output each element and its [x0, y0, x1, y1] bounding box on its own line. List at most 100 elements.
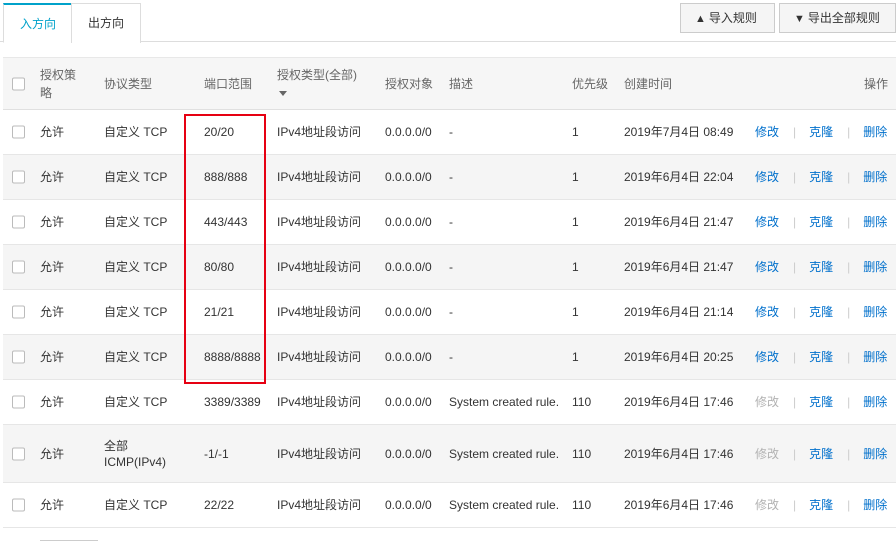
download-icon: ▼ — [794, 13, 805, 25]
table-row: 允许 自定义 TCP 22/22 IPv4地址段访问 0.0.0.0/0 System c… — [3, 483, 896, 528]
op-separator: | — [847, 446, 851, 461]
clone-link[interactable]: 克隆 — [809, 259, 833, 275]
edit-link: 修改 — [755, 446, 780, 461]
table-row: 允许 自定义 TCP 21/21 IPv4地址段访问 0.0.0.0/0 - 1 2019年6… — [3, 290, 896, 335]
delete-link[interactable]: 删除 — [863, 394, 887, 410]
cell-port-range: 21/21 — [204, 305, 235, 319]
cell-protocol: 自定义 TCP — [104, 125, 168, 139]
cell-description: - — [449, 170, 453, 184]
clone-link[interactable]: 克隆 — [809, 124, 833, 140]
delete-link[interactable]: 删除 — [863, 497, 887, 513]
op-separator: | — [793, 215, 797, 229]
header-auth-type[interactable]: 授权类型(全部) — [277, 66, 367, 102]
cell-auth-object: 0.0.0.0/0 — [385, 446, 432, 461]
row-checkbox[interactable] — [12, 395, 25, 409]
cell-created-time: 2019年6月4日 20:25 — [624, 350, 734, 364]
op-separator: | — [847, 350, 851, 364]
clone-link[interactable]: 克隆 — [809, 214, 833, 230]
op-separator: | — [793, 125, 797, 139]
header-object: 授权对象 — [385, 76, 434, 91]
op-separator: | — [847, 260, 851, 274]
cell-priority: 110 — [572, 395, 592, 409]
cell-operations: 修改 | 克隆 | 删除 — [755, 259, 887, 275]
cell-auth-type: IPv4地址段访问 — [277, 395, 362, 409]
cell-priority: 1 — [572, 170, 579, 184]
delete-link[interactable]: 删除 — [863, 169, 887, 185]
clone-link[interactable]: 克隆 — [809, 349, 833, 365]
delete-link[interactable]: 删除 — [863, 446, 887, 462]
cell-auth-type: IPv4地址段访问 — [277, 498, 362, 512]
select-all-checkbox[interactable] — [12, 77, 25, 90]
cell-priority: 1 — [572, 215, 579, 229]
row-checkbox[interactable] — [12, 170, 25, 184]
row-checkbox[interactable] — [12, 125, 25, 139]
rules-table: 授权策略 协议类型 端口范围 授权类型(全部) 授权对象 描述 优先级 创建时间… — [3, 57, 896, 528]
cell-created-time: 2019年6月4日 21:47 — [624, 260, 734, 274]
row-checkbox[interactable] — [12, 447, 25, 460]
clone-link[interactable]: 克隆 — [809, 304, 833, 320]
cell-description: System created rule. — [449, 446, 560, 461]
cell-policy: 允许 — [40, 305, 65, 319]
cell-protocol: 自定义 TCP — [104, 498, 168, 512]
edit-link[interactable]: 修改 — [755, 169, 779, 185]
row-checkbox[interactable] — [12, 260, 25, 274]
tab-outbound[interactable]: 出方向 — [71, 3, 142, 43]
filter-arrow-icon[interactable] — [279, 90, 287, 96]
row-checkbox[interactable] — [12, 305, 25, 319]
edit-link: 修改 — [755, 395, 780, 409]
cell-protocol: 自定义 TCP — [104, 260, 168, 274]
cell-protocol: 自定义 TCP — [104, 395, 168, 409]
cell-operations: 修改 | 克隆 | 删除 — [755, 169, 887, 185]
cell-auth-type: IPv4地址段访问 — [277, 446, 362, 461]
cell-created-time: 2019年6月4日 21:47 — [624, 215, 734, 229]
cell-protocol: 自定义 TCP — [104, 305, 168, 319]
op-separator: | — [847, 170, 851, 184]
row-checkbox[interactable] — [12, 350, 25, 364]
import-rules-button[interactable]: ▲ 导入规则 — [680, 3, 775, 33]
cell-created-time: 2019年6月4日 17:46 — [624, 446, 734, 461]
cell-port-range: 3389/3389 — [204, 395, 261, 409]
clone-link[interactable]: 克隆 — [809, 497, 833, 513]
edit-link[interactable]: 修改 — [755, 124, 779, 140]
edit-link[interactable]: 修改 — [755, 304, 779, 320]
clone-link[interactable]: 克隆 — [809, 394, 833, 410]
header-description: 描述 — [449, 76, 474, 91]
edit-link[interactable]: 修改 — [755, 259, 779, 275]
edit-link[interactable]: 修改 — [755, 214, 779, 230]
op-separator: | — [793, 305, 797, 319]
delete-link[interactable]: 删除 — [863, 304, 887, 320]
delete-link[interactable]: 删除 — [863, 349, 887, 365]
cell-auth-object: 0.0.0.0/0 — [385, 305, 432, 319]
op-separator: | — [847, 215, 851, 229]
cell-auth-type: IPv4地址段访问 — [277, 215, 362, 229]
cell-priority: 1 — [572, 350, 579, 364]
row-checkbox[interactable] — [12, 498, 25, 512]
cell-operations: 修改 | 克隆 | 删除 — [755, 349, 887, 365]
cell-protocol: 全部 ICMP(IPv4) — [104, 438, 167, 469]
cell-description: - — [449, 260, 453, 274]
cell-protocol: 自定义 TCP — [104, 170, 168, 184]
cell-auth-object: 0.0.0.0/0 — [385, 215, 432, 229]
clone-link[interactable]: 克隆 — [809, 446, 833, 462]
cell-description: System created rule. — [449, 395, 560, 409]
cell-priority: 110 — [572, 498, 592, 512]
delete-link[interactable]: 删除 — [863, 124, 887, 140]
import-rules-label: 导入规则 — [708, 11, 757, 25]
cell-auth-object: 0.0.0.0/0 — [385, 125, 432, 139]
table-row: 允许 自定义 TCP 80/80 IPv4地址段访问 0.0.0.0/0 - 1 2019年6… — [3, 245, 896, 290]
clone-link[interactable]: 克隆 — [809, 169, 833, 185]
edit-link[interactable]: 修改 — [755, 349, 779, 365]
cell-created-time: 2019年6月4日 17:46 — [624, 498, 734, 512]
op-separator: | — [847, 498, 851, 512]
delete-link[interactable]: 删除 — [863, 259, 887, 275]
export-all-rules-button[interactable]: ▼ 导出全部规则 — [779, 3, 896, 33]
row-checkbox[interactable] — [12, 215, 25, 229]
table-row: 允许 自定义 TCP 8888/8888 IPv4地址段访问 0.0.0.0/0 - 1 20… — [3, 335, 896, 380]
tab-inbound[interactable]: 入方向 — [3, 3, 74, 43]
cell-protocol: 自定义 TCP — [104, 350, 168, 364]
delete-link[interactable]: 删除 — [863, 214, 887, 230]
cell-operations: 修改 | 克隆 | 删除 — [755, 446, 887, 462]
table-row: 允许 自定义 TCP 443/443 IPv4地址段访问 0.0.0.0/0 - 1 2019… — [3, 200, 896, 245]
table-body: 允许 自定义 TCP 20/20 IPv4地址段访问 0.0.0.0/0-1 2019年7… — [3, 110, 896, 528]
header-created-time: 创建时间 — [624, 76, 673, 91]
